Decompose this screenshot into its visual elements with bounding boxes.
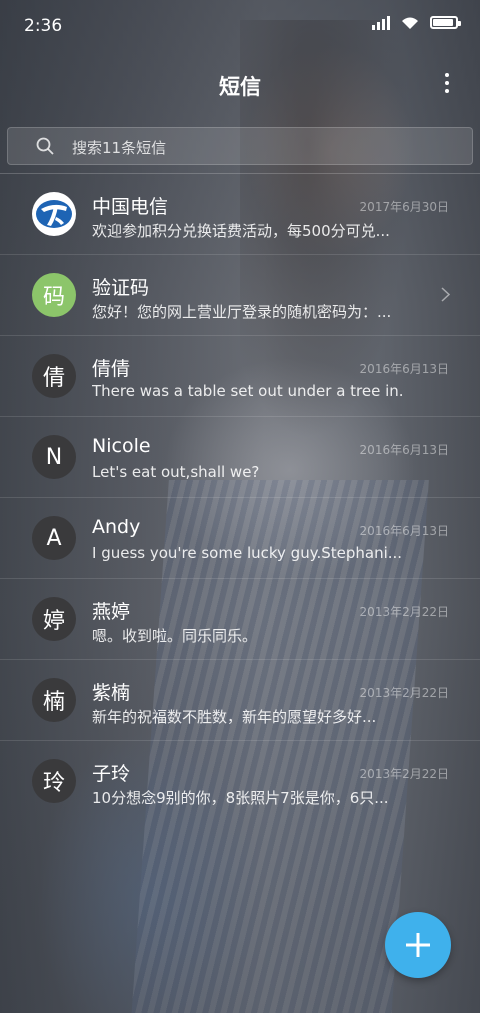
conversation-name: Andy bbox=[92, 516, 141, 538]
avatar: 婷 bbox=[32, 597, 76, 641]
conversation-preview: 新年的祝福数不胜数，新年的愿望好多好... bbox=[92, 708, 377, 726]
search-icon bbox=[36, 137, 54, 155]
conversation-date: 2017年6月30日 bbox=[359, 200, 449, 214]
conversation-name: 验证码 bbox=[92, 277, 150, 299]
conversation-date: 2013年2月22日 bbox=[359, 686, 449, 700]
conversation-row-verification-code[interactable]: 码 验证码 您好！您的网上营业厅登录的随机密码为：... bbox=[0, 254, 480, 335]
conversation-date: 2016年6月13日 bbox=[359, 443, 449, 457]
status-time: 2:36 bbox=[24, 16, 63, 36]
avatar: 倩 bbox=[32, 354, 76, 398]
app-bar: 短信 bbox=[0, 56, 480, 112]
conversation-preview: There was a table set out under a tree i… bbox=[92, 382, 404, 400]
conversation-preview: 10分想念9别的你，8张照片7张是你，6只... bbox=[92, 789, 389, 807]
search-placeholder: 搜索11条短信 bbox=[72, 139, 167, 157]
conversation-row[interactable]: 玲 子玲 2013年2月22日 10分想念9别的你，8张照片7张是你，6只... bbox=[0, 740, 480, 821]
conversation-name: 倩倩 bbox=[92, 358, 131, 380]
conversation-row-china-telecom[interactable]: 中国电信 2017年6月30日 欢迎参加积分兑换话费活动，每500分可兑... bbox=[0, 173, 480, 254]
conversation-date: 2013年2月22日 bbox=[359, 605, 449, 619]
conversation-preview: 嗯。收到啦。同乐同乐。 bbox=[92, 627, 258, 645]
conversation-preview: 欢迎参加积分兑换话费活动，每500分可兑... bbox=[92, 222, 390, 240]
more-options-icon[interactable] bbox=[444, 73, 450, 93]
new-message-button[interactable] bbox=[385, 912, 451, 978]
signal-icon bbox=[372, 14, 390, 30]
conversation-preview: I guess you're some lucky guy.Stephani..… bbox=[92, 544, 403, 562]
conversation-row[interactable]: 婷 燕婷 2013年2月22日 嗯。收到啦。同乐同乐。 bbox=[0, 578, 480, 659]
conversation-name: 紫楠 bbox=[92, 682, 131, 704]
chevron-right-icon bbox=[441, 287, 450, 302]
search-input[interactable]: 搜索11条短信 bbox=[7, 127, 473, 165]
wifi-icon bbox=[402, 17, 418, 29]
plus-icon bbox=[406, 933, 430, 957]
conversation-list: 中国电信 2017年6月30日 欢迎参加积分兑换话费活动，每500分可兑... … bbox=[0, 173, 480, 821]
conversation-row[interactable]: A Andy 2016年6月13日 I guess you're some lu… bbox=[0, 497, 480, 578]
avatar: N bbox=[32, 435, 76, 479]
conversation-preview: Let's eat out,shall we? bbox=[92, 463, 260, 481]
avatar: 楠 bbox=[32, 678, 76, 722]
page-title: 短信 bbox=[219, 75, 261, 99]
conversation-name: 中国电信 bbox=[92, 196, 169, 218]
conversation-date: 2016年6月13日 bbox=[359, 524, 449, 538]
conversation-preview: 您好！您的网上营业厅登录的随机密码为：... bbox=[92, 303, 392, 321]
conversation-row[interactable]: 楠 紫楠 2013年2月22日 新年的祝福数不胜数，新年的愿望好多好... bbox=[0, 659, 480, 740]
avatar: 玲 bbox=[32, 759, 76, 803]
status-bar: 2:36 bbox=[0, 0, 480, 52]
conversation-row[interactable]: 倩 倩倩 2016年6月13日 There was a table set ou… bbox=[0, 335, 480, 416]
conversation-date: 2013年2月22日 bbox=[359, 767, 449, 781]
avatar: 码 bbox=[32, 273, 76, 317]
china-telecom-logo-icon bbox=[32, 192, 76, 236]
conversation-name: 燕婷 bbox=[92, 601, 131, 623]
conversation-date: 2016年6月13日 bbox=[359, 362, 449, 376]
avatar: A bbox=[32, 516, 76, 560]
battery-icon bbox=[430, 15, 461, 29]
conversation-name: 子玲 bbox=[92, 763, 131, 785]
conversation-row[interactable]: N Nicole 2016年6月13日 Let's eat out,shall … bbox=[0, 416, 480, 497]
conversation-name: Nicole bbox=[92, 435, 151, 457]
